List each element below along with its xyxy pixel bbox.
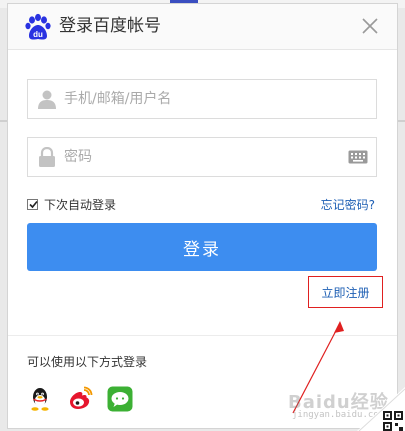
- register-link[interactable]: 立即注册: [308, 276, 383, 308]
- password-input[interactable]: [64, 138, 334, 176]
- qq-icon[interactable]: [27, 386, 53, 412]
- forgot-password-link[interactable]: 忘记密码?: [321, 196, 375, 213]
- remember-me[interactable]: 下次自动登录: [27, 196, 116, 212]
- logo-du-text: du: [33, 30, 43, 39]
- background-divider-right: [397, 120, 405, 122]
- username-input[interactable]: [64, 80, 334, 118]
- checkmark-icon: [29, 200, 38, 208]
- close-icon[interactable]: [360, 16, 380, 36]
- lock-icon: [39, 147, 55, 167]
- user-icon: [38, 90, 56, 109]
- dialog-title: 登录百度帐号: [59, 16, 161, 36]
- username-field[interactable]: [27, 79, 377, 119]
- section-divider: [8, 335, 397, 336]
- keyboard-icon[interactable]: [348, 150, 368, 164]
- baidu-paw-logo-icon: du: [25, 13, 51, 40]
- password-field[interactable]: [27, 137, 377, 177]
- remember-label: 下次自动登录: [44, 197, 117, 212]
- qr-corner-icon[interactable]: [357, 387, 405, 431]
- wechat-icon[interactable]: [107, 386, 133, 412]
- login-dialog: du 登录百度帐号 手机/邮箱/用户名 下次自动登录 忘记密码? 登录 立即注册…: [7, 3, 398, 429]
- login-button[interactable]: 登录: [27, 223, 377, 271]
- alt-login-label: 可以使用以下方式登录: [27, 355, 148, 369]
- weibo-icon[interactable]: [67, 386, 93, 412]
- remember-checkbox[interactable]: [27, 198, 38, 210]
- dialog-header: du 登录百度帐号: [8, 4, 397, 50]
